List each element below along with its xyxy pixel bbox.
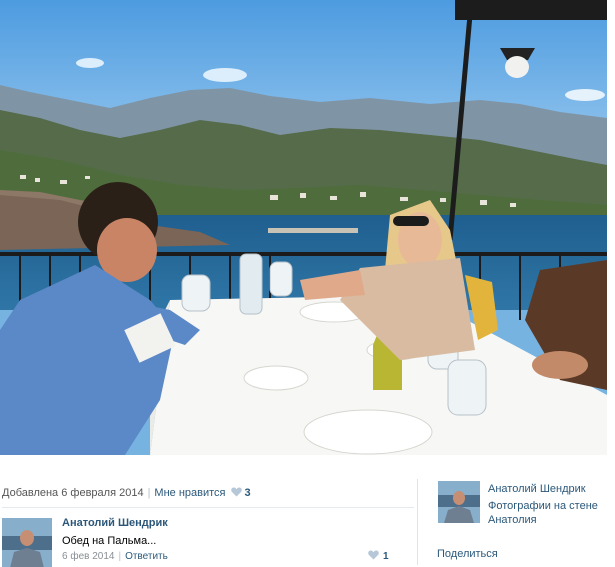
comment-text: Обед на Пальма... — [62, 535, 157, 547]
owner-avatar[interactable] — [438, 481, 480, 523]
comment-separator: | — [118, 551, 122, 562]
avatar[interactable] — [2, 518, 52, 567]
owner-avatar-photo — [438, 481, 480, 523]
comment-author[interactable]: Анатолий Шендрик — [62, 516, 168, 530]
reply-button[interactable]: Ответить — [125, 551, 168, 562]
like-label: Мне нравится — [154, 487, 226, 499]
avatar-photo — [2, 518, 52, 567]
comment-like-button[interactable]: 1 — [368, 550, 389, 562]
main-photo[interactable] — [0, 0, 607, 455]
added-date: Добавлена 6 февраля 2014 — [2, 487, 144, 499]
photo-illustration — [0, 0, 607, 455]
album-link[interactable]: Фотографии на стене Анатолия — [488, 499, 613, 527]
column-divider — [417, 479, 418, 565]
like-button[interactable]: Мне нравится 3 — [154, 487, 250, 499]
share-button[interactable]: Поделиться — [437, 548, 498, 560]
divider-line — [2, 507, 414, 508]
owner-name-link[interactable]: Анатолий Шендрик — [488, 482, 586, 496]
comment-meta: 6 фев 2014 | Ответить — [62, 550, 168, 563]
separator: | — [147, 487, 151, 499]
album-panel: Анатолий Шендрик Фотографии на стене Ана… — [432, 455, 615, 567]
heart-icon — [368, 550, 379, 560]
comment-item: Анатолий Шендрик Обед на Пальма... 6 фев… — [0, 515, 415, 567]
like-count: 3 — [244, 487, 251, 499]
heart-icon — [230, 487, 242, 497]
photo-info-panel: Добавлена 6 февраля 2014 | Мне нравится 3 А… — [0, 455, 615, 567]
comment-like-count: 1 — [383, 551, 389, 562]
comment-date[interactable]: 6 фев 2014 — [62, 551, 114, 562]
photo-details: Добавлена 6 февраля 2014 | Мне нравится 3 А… — [0, 455, 415, 567]
added-line: Добавлена 6 февраля 2014 | Мне нравится 3 — [2, 486, 251, 500]
